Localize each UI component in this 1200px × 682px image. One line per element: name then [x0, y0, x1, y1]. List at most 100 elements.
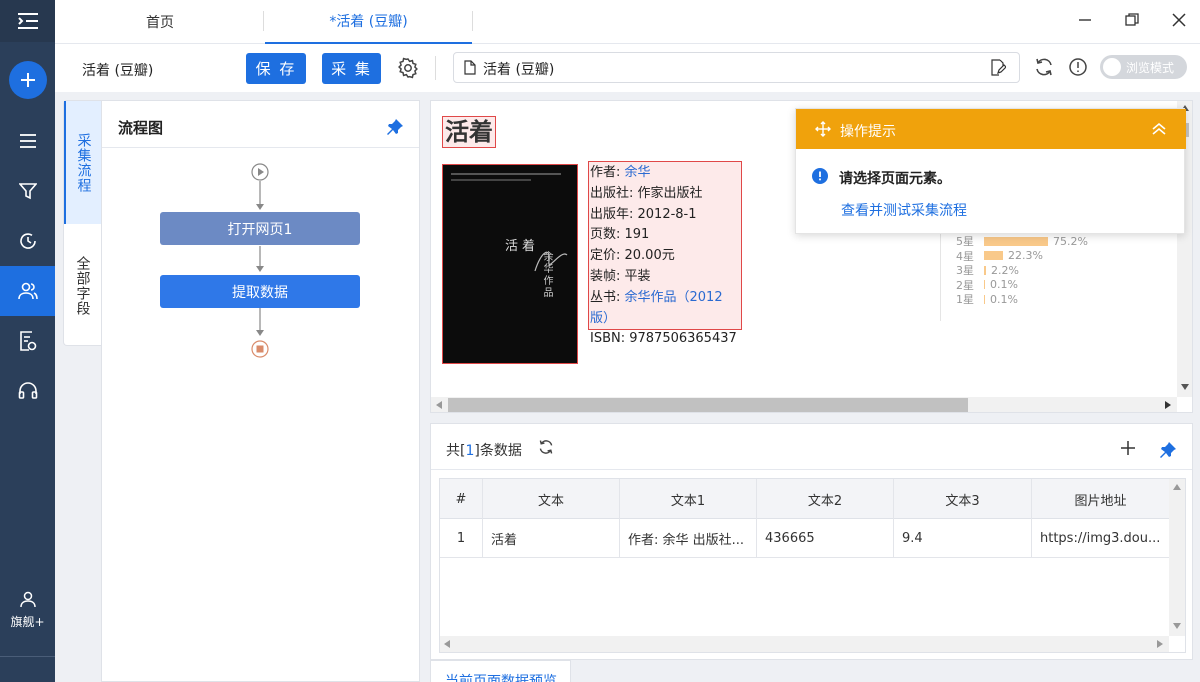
restore-icon[interactable]: [1124, 12, 1140, 28]
cover-stripe: [451, 173, 561, 175]
tab-flow[interactable]: 采集流程: [64, 101, 101, 224]
toggle-knob: [1103, 58, 1121, 76]
tip-header[interactable]: 操作提示: [796, 109, 1186, 149]
table-cell[interactable]: 活着: [483, 519, 620, 557]
column-header[interactable]: 文本1: [620, 479, 757, 519]
browse-mode-toggle[interactable]: 浏览模式: [1100, 55, 1187, 79]
info-icon[interactable]: [1068, 57, 1088, 77]
author-line: 作者: 余华: [590, 163, 741, 184]
table-scroll-right-icon[interactable]: [1157, 640, 1163, 648]
table-cell[interactable]: https://img3.dou...: [1032, 519, 1169, 557]
scroll-right-arrow-icon[interactable]: [1165, 401, 1171, 409]
rating-percent: 2.2%: [991, 263, 1019, 277]
browse-mode-label: 浏览模式: [1126, 61, 1175, 75]
publisher-line: 出版社: 作家出版社: [590, 185, 703, 201]
pin-icon[interactable]: [386, 118, 404, 136]
column-header[interactable]: #: [440, 479, 483, 519]
refresh-icon[interactable]: [1034, 57, 1054, 77]
table-scroll-down-icon[interactable]: [1173, 623, 1181, 629]
column-header[interactable]: 文本2: [757, 479, 894, 519]
table-vertical-scrollbar[interactable]: [1169, 479, 1185, 636]
flow-node-open-page[interactable]: 打开网页1: [160, 212, 360, 245]
author-link[interactable]: 余华: [625, 165, 651, 180]
count-suffix: ]条数据: [474, 443, 522, 459]
list-icon[interactable]: [0, 116, 55, 166]
author-label: 作者:: [590, 165, 625, 180]
rating-row: 4星 22.3%: [956, 249, 1043, 263]
account-button[interactable]: 旗舰+: [0, 580, 55, 640]
table-scroll-left-icon[interactable]: [444, 640, 450, 648]
url-bar[interactable]: 活着 (豆瓣): [453, 52, 1020, 83]
add-task-button[interactable]: [0, 55, 55, 105]
rating-percent: 22.3%: [1008, 249, 1043, 262]
table-cell[interactable]: 436665: [757, 519, 894, 557]
rating-row: 3星 2.2%: [956, 263, 1019, 278]
flow-end-icon: [251, 340, 269, 358]
horizontal-scrollbar[interactable]: [431, 397, 1177, 412]
history-icon[interactable]: [0, 216, 55, 266]
tab-all-fields[interactable]: 全部字段: [64, 224, 101, 347]
tab-divider: [263, 11, 264, 31]
pin-data-icon[interactable]: [1159, 441, 1177, 459]
tab-home[interactable]: 首页: [55, 0, 265, 44]
edit-url-icon[interactable]: [990, 59, 1006, 76]
data-panel: 共[1]条数据 # 文本 文本1 文本2 文本3 图片地址 1 活着 作者: 余…: [430, 423, 1193, 660]
plus-icon: [20, 73, 35, 87]
account-label: 旗舰+: [10, 614, 45, 629]
book-info-block[interactable]: 作者: 余华 出版社: 作家出版社 出版年: 2012-8-1 页数: 191 …: [588, 161, 742, 346]
rating-row: 5星 75.2%: [956, 234, 1088, 249]
column-header[interactable]: 文本: [483, 479, 620, 519]
table-cell[interactable]: 作者: 余华 出版社...: [620, 519, 757, 557]
rating-percent: 0.1%: [990, 278, 1018, 291]
add-field-icon[interactable]: [1120, 440, 1136, 456]
book-cover-image[interactable]: 活着 余华作品: [442, 164, 578, 364]
filter-icon[interactable]: [0, 166, 55, 216]
scroll-down-arrow-icon[interactable]: [1181, 384, 1189, 390]
user-icon: [19, 591, 36, 607]
flow-title: 流程图: [118, 119, 164, 137]
users-icon[interactable]: [0, 266, 55, 316]
menu-toggle-icon[interactable]: [0, 0, 55, 42]
series-line: 丛书: 余华作品（2012版）: [590, 288, 741, 330]
book-title[interactable]: 活着: [442, 116, 496, 148]
url-text: 活着 (豆瓣): [483, 62, 555, 78]
flow-node-extract-data[interactable]: 提取数据: [160, 275, 360, 308]
cover-signature: [534, 251, 568, 272]
column-header[interactable]: 图片地址: [1032, 479, 1169, 519]
price-line: 定价: 20.00元: [590, 248, 675, 264]
report-icon[interactable]: [0, 316, 55, 366]
table-cell[interactable]: 9.4: [894, 519, 1032, 557]
headset-icon[interactable]: [0, 366, 55, 416]
rating-label: 1星: [956, 293, 974, 306]
bottom-tab-preview[interactable]: 当前页面数据预览: [430, 660, 571, 682]
collect-button[interactable]: 采 集: [322, 53, 381, 84]
move-icon[interactable]: [815, 121, 831, 137]
collapse-chevrons-icon[interactable]: [1150, 122, 1168, 136]
save-button[interactable]: 保 存: [246, 53, 306, 84]
scroll-left-arrow-icon[interactable]: [436, 401, 442, 409]
tip-popup: 操作提示 请选择页面元素。 查看并测试采集流程: [795, 108, 1186, 234]
table-horizontal-scrollbar[interactable]: [440, 636, 1169, 652]
side-tab-strip: 采集流程 全部字段: [63, 100, 101, 346]
binding-line: 装帧: 平装: [590, 268, 651, 284]
horizontal-scroll-thumb[interactable]: [448, 398, 968, 412]
pub-year-line: 出版年: 2012-8-1: [590, 206, 697, 222]
table-scroll-up-icon[interactable]: [1173, 484, 1181, 490]
series-label: 丛书:: [590, 289, 625, 305]
left-rail: 旗舰+: [0, 0, 55, 682]
rating-row: 2星 0.1%: [956, 278, 1018, 292]
close-icon[interactable]: [1171, 12, 1187, 28]
tip-link[interactable]: 查看并测试采集流程: [841, 200, 967, 220]
rating-bar: [984, 251, 1003, 260]
toolbar-divider: [435, 56, 436, 80]
minimize-icon[interactable]: [1077, 12, 1093, 28]
record-count: 共[1]条数据: [446, 440, 522, 460]
refresh-data-icon[interactable]: [538, 439, 554, 455]
column-header[interactable]: 文本3: [894, 479, 1032, 519]
settings-gear-icon[interactable]: [397, 57, 419, 79]
data-table: # 文本 文本1 文本2 文本3 图片地址 1 活着 作者: 余华 出版社...…: [439, 478, 1186, 653]
rating-bar: [984, 280, 985, 289]
rating-divider: [940, 231, 941, 321]
toolbar: 活着 (豆瓣) 保 存 采 集 活着 (豆瓣) 浏览模式: [55, 44, 1200, 92]
tab-active-task[interactable]: *活着 (豆瓣): [265, 0, 472, 44]
